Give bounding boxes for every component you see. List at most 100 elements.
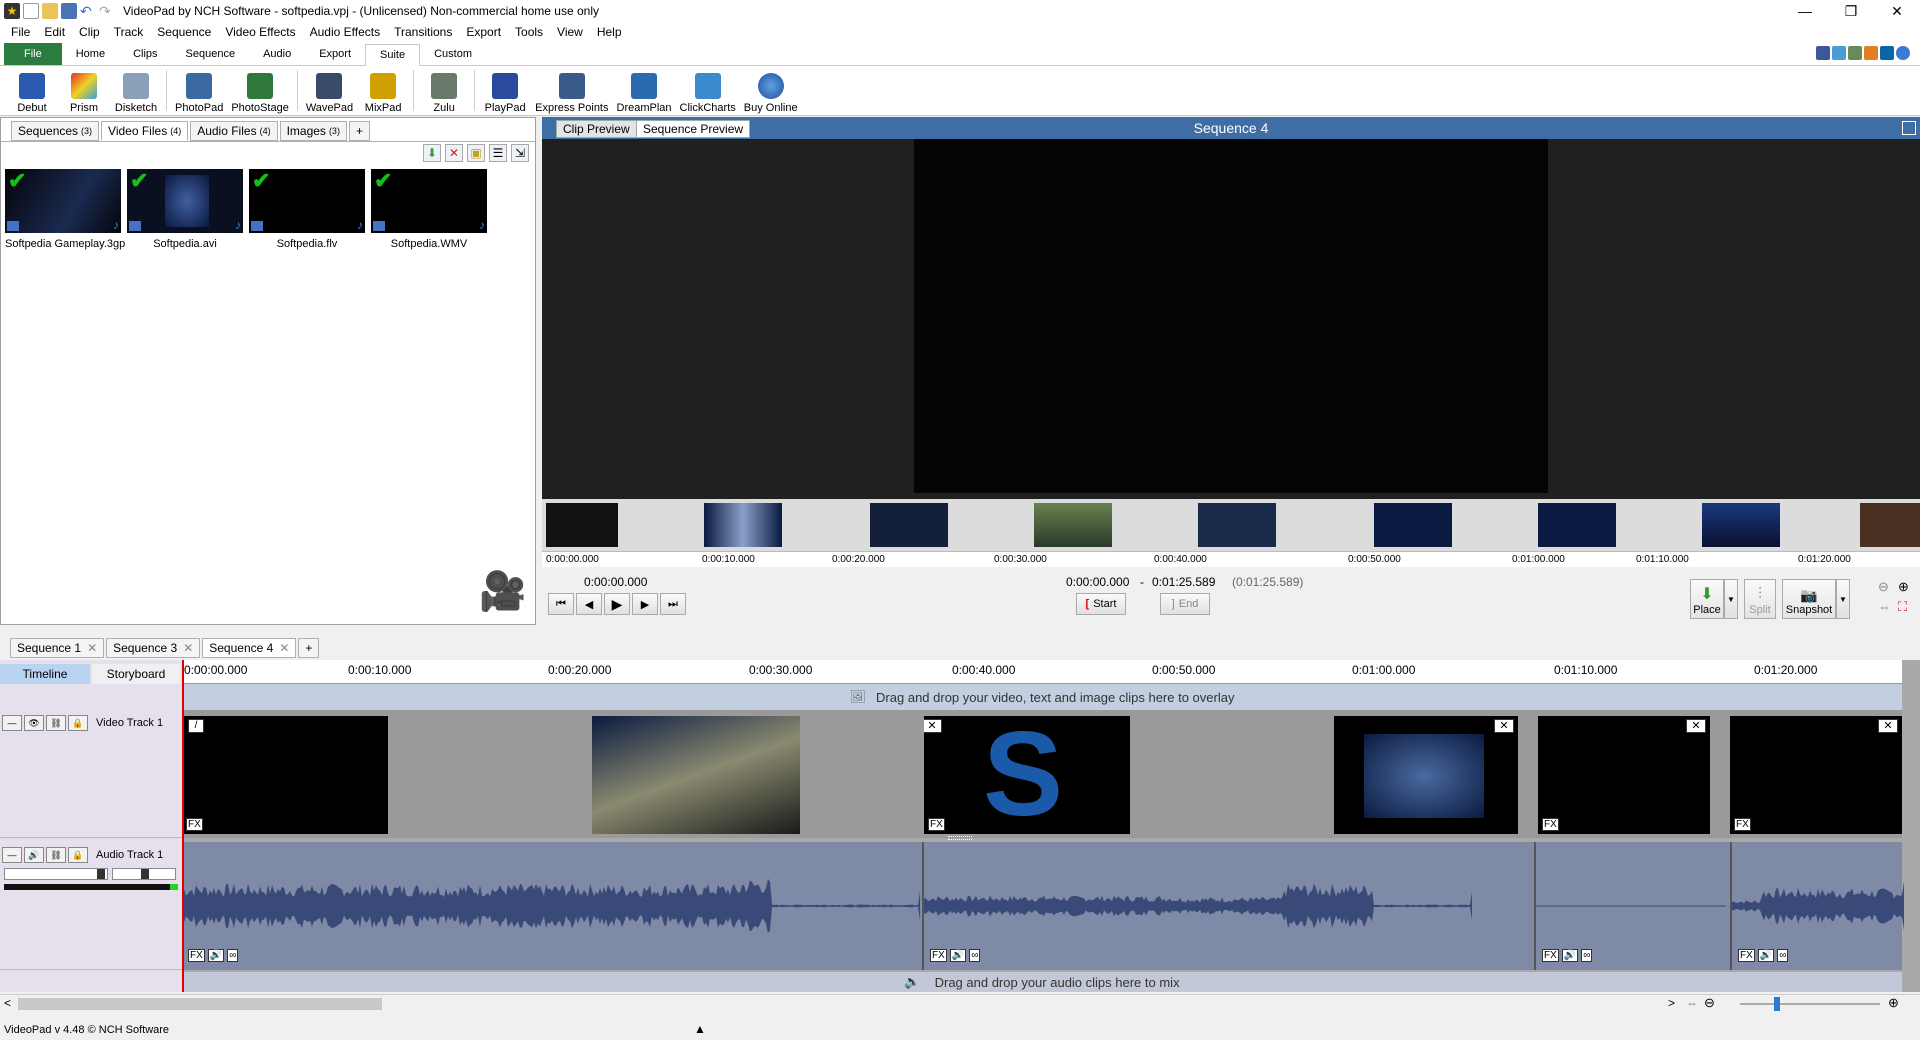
menu-export[interactable]: Export xyxy=(459,25,508,39)
lock-icon[interactable]: 🔒 xyxy=(68,715,88,731)
go-to-start-button[interactable]: ⏮ xyxy=(548,593,574,615)
minimize-button[interactable]: — xyxy=(1782,0,1828,22)
tab-video-files[interactable]: Video Files (4) xyxy=(101,121,189,141)
new-file-icon[interactable] xyxy=(23,3,39,19)
delete-icon[interactable]: ✕ xyxy=(445,144,463,162)
loop-icon[interactable]: ∞ xyxy=(1777,949,1789,962)
audio-clip[interactable]: FX 🔊 ∞ xyxy=(1534,842,1726,970)
help-icon[interactable] xyxy=(1896,46,1910,60)
menu-edit[interactable]: Edit xyxy=(37,25,72,39)
transition-icon[interactable]: / xyxy=(188,719,204,733)
facebook-icon[interactable] xyxy=(1816,46,1830,60)
snapshot-button[interactable]: 📷 Snapshot xyxy=(1782,579,1836,619)
step-back-button[interactable]: ◀ xyxy=(576,593,602,615)
add-bin-tab-button[interactable]: + xyxy=(348,121,370,141)
close-button[interactable]: ✕ xyxy=(1874,0,1920,22)
photostage-button[interactable]: PhotoStage xyxy=(227,66,293,114)
storyboard-view-button[interactable]: Storyboard xyxy=(92,664,180,684)
fx-button[interactable]: FX xyxy=(1542,818,1559,831)
menu-video-effects[interactable]: Video Effects xyxy=(218,25,302,39)
tab-sequence-3[interactable]: Sequence 3 ✕ xyxy=(106,638,201,658)
step-forward-button[interactable]: ▶ xyxy=(632,593,658,615)
media-item[interactable]: ✔ ♪ Softpedia.avi xyxy=(127,169,243,250)
fit-timeline-icon[interactable]: ⇔ xyxy=(1686,996,1698,1010)
zoom-in-icon[interactable]: ⊕ xyxy=(1898,579,1909,595)
volume-slider[interactable] xyxy=(4,868,108,880)
track-resize-handle[interactable] xyxy=(948,836,972,840)
preview-ruler[interactable]: 0:00:00.000 0:00:10.000 0:00:20.000 0:00… xyxy=(542,551,1920,567)
media-item[interactable]: ✔ ♪ Softpedia.flv xyxy=(249,169,365,250)
menu-help[interactable]: Help xyxy=(590,25,629,39)
preview-filmstrip[interactable] xyxy=(542,499,1920,551)
zoom-out-icon[interactable]: ⊖ xyxy=(1878,579,1889,595)
menu-view[interactable]: View xyxy=(550,25,590,39)
speaker-icon[interactable]: 🔊 xyxy=(1561,949,1579,962)
audio-clip[interactable]: FX 🔊 ∞ xyxy=(922,842,1472,970)
media-item[interactable]: ✔ ♪ Softpedia.WMV xyxy=(371,169,487,250)
speaker-icon[interactable]: 🔊 xyxy=(24,847,44,863)
scroll-left-icon[interactable]: < xyxy=(4,996,11,1010)
close-icon[interactable]: ✕ xyxy=(87,641,97,655)
set-start-button[interactable]: [Start xyxy=(1076,593,1126,615)
playpad-button[interactable]: PlayPad xyxy=(479,66,531,114)
tab-audio[interactable]: Audio xyxy=(249,43,305,65)
tab-clips[interactable]: Clips xyxy=(119,43,171,65)
menu-transitions[interactable]: Transitions xyxy=(387,25,459,39)
undo-icon[interactable]: ↶ xyxy=(80,3,96,19)
go-to-end-button[interactable]: ⏭ xyxy=(660,593,686,615)
menu-clip[interactable]: Clip xyxy=(72,25,107,39)
collapse-icon[interactable]: — xyxy=(2,715,22,731)
photopad-button[interactable]: PhotoPad xyxy=(171,66,227,114)
tab-export[interactable]: Export xyxy=(305,43,365,65)
fit-icon[interactable]: ⇔ xyxy=(1878,599,1891,614)
tab-images[interactable]: Images (3) xyxy=(279,121,347,141)
add-sequence-button[interactable]: + xyxy=(298,638,320,658)
timeline-view-button[interactable]: Timeline xyxy=(0,664,90,684)
undock-icon[interactable] xyxy=(1902,121,1916,135)
close-icon[interactable]: ✕ xyxy=(279,641,289,655)
rss-icon[interactable] xyxy=(1864,46,1878,60)
tab-sequences[interactable]: Sequences (3) xyxy=(11,121,100,141)
maximize-button[interactable]: ❐ xyxy=(1828,0,1874,22)
menu-audio-effects[interactable]: Audio Effects xyxy=(303,25,388,39)
video-track[interactable]: FX / S FX ✕ ✕ FX ✕ FX ✕ xyxy=(182,710,1902,838)
loop-icon[interactable]: ∞ xyxy=(969,949,981,962)
open-folder-icon[interactable] xyxy=(42,3,58,19)
pan-slider[interactable] xyxy=(112,868,176,880)
twitter-icon[interactable] xyxy=(1832,46,1846,60)
collapse-icon[interactable]: — xyxy=(2,847,22,863)
buy-online-button[interactable]: Buy Online xyxy=(740,66,802,114)
fx-button[interactable]: FX xyxy=(1738,949,1755,962)
menu-sequence[interactable]: Sequence xyxy=(150,25,218,39)
tab-file[interactable]: File xyxy=(4,43,62,65)
unlink-icon[interactable]: ⛓ xyxy=(46,847,66,863)
zoom-in-icon[interactable]: ⊕ xyxy=(1888,995,1899,1011)
audio-drop-zone[interactable]: 🔉 Drag and drop your audio clips here to … xyxy=(182,972,1902,992)
tab-custom[interactable]: Custom xyxy=(420,43,486,65)
mixpad-button[interactable]: MixPad xyxy=(357,66,409,114)
audio-clip[interactable]: FX 🔊 ∞ xyxy=(1730,842,1904,970)
zulu-button[interactable]: Zulu xyxy=(418,66,470,114)
transition-icon[interactable]: ✕ xyxy=(1686,719,1706,733)
fx-button[interactable]: FX xyxy=(186,818,203,831)
audio-clip[interactable]: FX 🔊 ∞ xyxy=(182,842,920,970)
fx-button[interactable]: FX xyxy=(1734,818,1751,831)
pan-slider-thumb[interactable] xyxy=(141,869,149,879)
resize-panel-icon[interactable]: ⇲ xyxy=(511,144,529,162)
fx-button[interactable]: FX xyxy=(1542,949,1559,962)
video-clip[interactable]: FX ✕ xyxy=(1538,716,1710,834)
menu-track[interactable]: Track xyxy=(107,25,151,39)
fx-button[interactable]: FX xyxy=(188,949,205,962)
fx-button[interactable]: FX xyxy=(930,949,947,962)
debut-button[interactable]: Debut xyxy=(6,66,58,114)
tab-suite[interactable]: Suite xyxy=(365,44,421,66)
menu-tools[interactable]: Tools xyxy=(508,25,550,39)
scroll-right-icon[interactable]: > xyxy=(1668,996,1675,1010)
disketch-button[interactable]: Disketch xyxy=(110,66,162,114)
wavepad-button[interactable]: WavePad xyxy=(302,66,357,114)
overlay-drop-zone[interactable]: 🖼 Drag and drop your video, text and imag… xyxy=(182,684,1902,710)
tab-home[interactable]: Home xyxy=(62,43,119,65)
import-icon[interactable]: ⬇ xyxy=(423,144,441,162)
zoom-slider-thumb[interactable] xyxy=(1774,997,1780,1011)
preview-screen[interactable] xyxy=(542,139,1920,499)
